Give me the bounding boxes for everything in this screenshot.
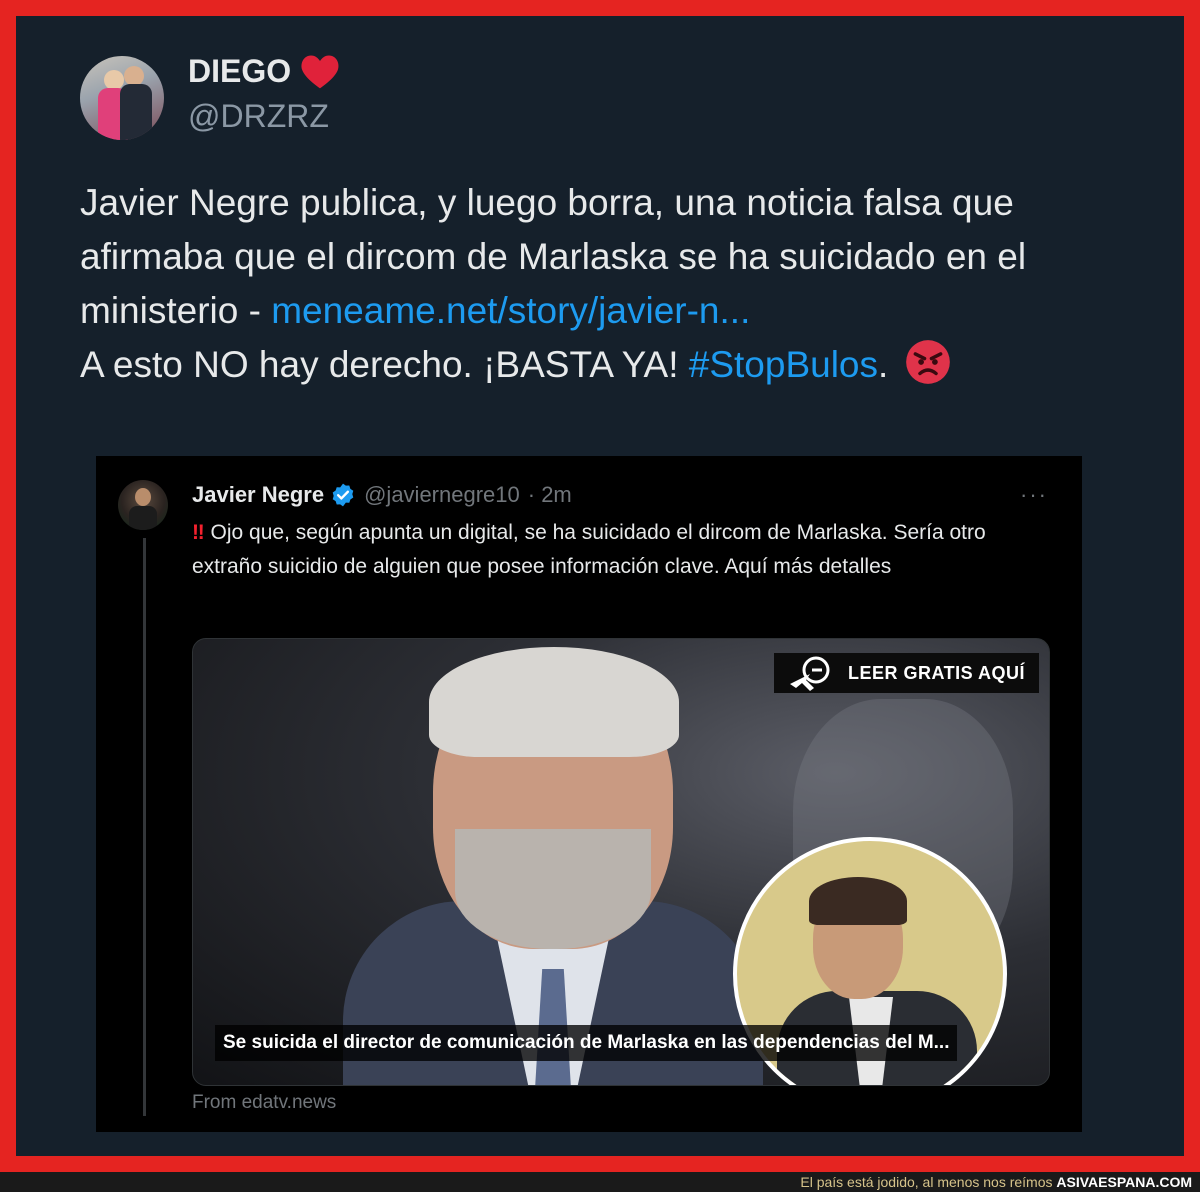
- quoted-author-avatar[interactable]: [118, 480, 168, 530]
- quoted-tweet-text: ‼ Ojo que, según apunta un digital, se h…: [192, 516, 1052, 584]
- hashtag-link[interactable]: #StopBulos: [689, 344, 878, 385]
- cursor-arrow-icon: [789, 656, 830, 691]
- tweet-text: Javier Negre publica, y luego borra, una…: [80, 176, 1150, 392]
- more-options-icon[interactable]: ···: [1020, 482, 1048, 508]
- link-card[interactable]: LEER GRATIS AQUÍ Se suicida el director …: [192, 638, 1050, 1086]
- card-source[interactable]: From edatv.news: [192, 1092, 336, 1114]
- thread-line: [143, 538, 146, 1116]
- double-exclamation-icon: ‼: [192, 521, 205, 544]
- verified-badge-icon: [332, 483, 354, 507]
- heart-icon: [301, 55, 339, 89]
- footer-tagline: El país está jodido, al menos nos reímos: [800, 1174, 1057, 1190]
- quoted-text-body: Ojo que, según apunta un digital, se ha …: [192, 521, 986, 578]
- quoted-author-row[interactable]: Javier Negre @javiernegre10 · 2m: [192, 482, 572, 508]
- tweet-period: .: [878, 344, 889, 385]
- quoted-tweet-screenshot[interactable]: Javier Negre @javiernegre10 · 2m ··· ‼ O…: [96, 456, 1082, 1132]
- angry-face-icon: [905, 340, 950, 384]
- quoted-timestamp[interactable]: · 2m: [528, 482, 572, 508]
- tweet-text-line2: A esto NO hay derecho. ¡BASTA YA!: [80, 344, 689, 385]
- tweet-link[interactable]: meneame.net/story/javier-n...: [271, 290, 750, 331]
- quoted-author-handle[interactable]: @javiernegre10: [364, 482, 520, 508]
- author-name[interactable]: DIEGO: [188, 53, 291, 90]
- author-name-row[interactable]: DIEGO: [188, 52, 341, 90]
- read-free-badge[interactable]: LEER GRATIS AQUÍ: [773, 653, 1039, 693]
- author-avatar[interactable]: [80, 56, 164, 140]
- footer-text: El país está jodido, al menos nos reímos…: [800, 1174, 1192, 1190]
- quoted-author-name[interactable]: Javier Negre: [192, 482, 324, 508]
- read-free-label: LEER GRATIS AQUÍ: [847, 662, 1025, 683]
- footer-bar: El país está jodido, al menos nos reímos…: [0, 1172, 1200, 1192]
- card-caption: Se suicida el director de comunicación d…: [215, 1025, 958, 1061]
- footer-brand[interactable]: ASIVAESPANA.COM: [1056, 1174, 1192, 1190]
- author-handle[interactable]: @DRZRZ: [188, 98, 329, 135]
